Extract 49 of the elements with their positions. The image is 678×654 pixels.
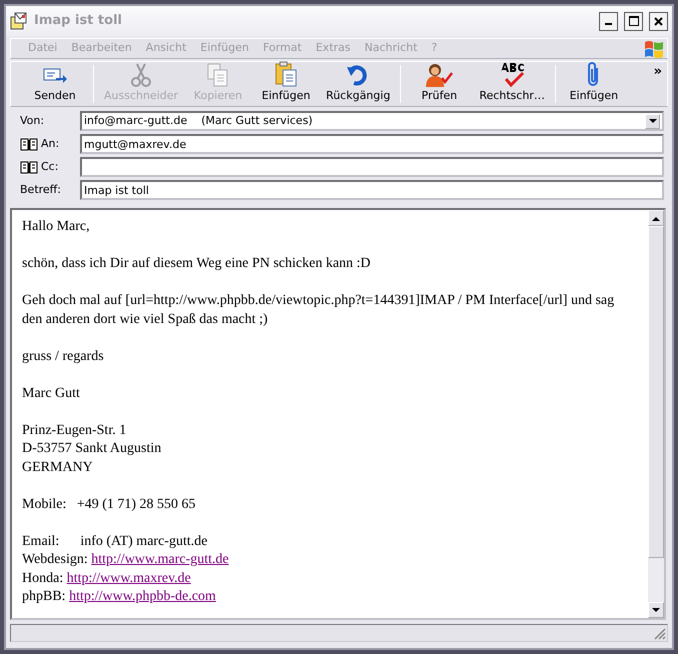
field-label: Von:	[20, 112, 44, 129]
close-button[interactable]	[649, 12, 668, 30]
address-book-icon[interactable]	[20, 137, 38, 151]
field-label: Betreff:	[20, 182, 61, 198]
scroll-up-icon[interactable]	[652, 216, 660, 220]
address-book-icon[interactable]	[20, 160, 38, 174]
toolbar-button[interactable]: Einfügen	[252, 62, 320, 106]
field-label: An:	[41, 136, 60, 152]
text-line: schön, dass ich Dir auf diesem Weg eine PN schicken kann :D	[22, 255, 372, 273]
toolbar-button[interactable]: Einfügen	[560, 62, 628, 106]
signature-label: Honda:	[22, 570, 64, 586]
text-line: Prinz-Eugen-Str. 1	[22, 422, 128, 440]
sender-dropdown[interactable]: info@marc-gutt.de (Marc Gutt services)	[80, 111, 664, 131]
dropdown-arrow-icon	[648, 118, 656, 124]
abc-check-icon	[498, 62, 526, 88]
signature-label: Webdesign:	[22, 552, 88, 567]
maximize-button[interactable]	[624, 12, 643, 30]
toolbar-button[interactable]: Rechtschr…	[473, 62, 551, 106]
scrollbar[interactable]	[648, 210, 664, 618]
link[interactable]: http://www.maxrev.de	[66, 570, 191, 586]
link[interactable]: http://www.phpbb-de.com	[69, 589, 216, 604]
maximize-icon	[628, 16, 638, 26]
letter-icon	[10, 12, 28, 30]
window-title: Imap ist toll	[34, 12, 123, 30]
link[interactable]: http://www.marc-gutt.de	[91, 552, 229, 567]
text-line: Marc Gutt	[22, 384, 81, 402]
text-line: Geh doch mal auf [url=http://www.phpbb.de/viewtopic.php?t=144391]IMAP / PM Interface[/url] und sag den anderen dort wie viel Spaß das macht ;)	[22, 292, 616, 328]
close-icon	[654, 16, 663, 26]
recipient-field[interactable]	[80, 157, 664, 177]
scroll-down-icon[interactable]	[652, 608, 660, 612]
signature-label: phpBB:	[22, 589, 66, 604]
minimize-button[interactable]	[599, 12, 618, 30]
subject-field[interactable]: Imap ist toll	[80, 180, 664, 200]
recipient-field[interactable]: mgutt@maxrev.de	[80, 134, 664, 154]
text-line: GERMANY	[22, 458, 94, 476]
toolbar-button[interactable]: Rückgängig	[320, 62, 396, 106]
text-line: Email: info (AT) marc-gutt.de	[22, 532, 208, 550]
text-line: D-53757 Sankt Augustin	[22, 440, 162, 458]
windows-flag-icon	[643, 38, 665, 58]
toolbar-button[interactable]: Senden	[21, 62, 89, 106]
message-body[interactable]	[10, 208, 666, 620]
resize-grip-icon[interactable]	[654, 628, 666, 640]
text-line: Hallo Marc,	[22, 218, 91, 236]
text-line: gruss / regards	[22, 348, 105, 366]
text-line: Mobile: +49 (1 71) 28 550 65	[22, 496, 197, 514]
field-label: Cc:	[41, 158, 58, 175]
toolbar-button[interactable]: Prüfen	[405, 62, 474, 106]
person-check-icon	[425, 62, 454, 88]
more-button[interactable]: »	[648, 62, 667, 82]
